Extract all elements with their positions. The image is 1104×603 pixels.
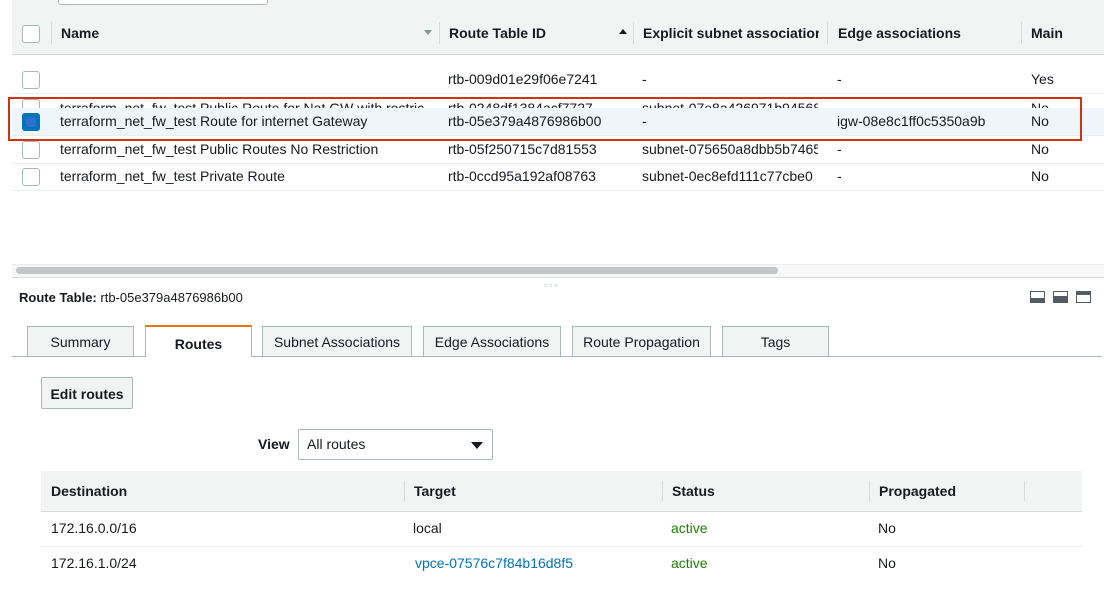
table-row: 172.16.1.0/24 vpce-07576c7f84b16d8f5 act… [41,546,1082,581]
tab-summary[interactable]: Summary [27,326,134,356]
row-main: Yes [1031,71,1054,87]
table-row-selected[interactable]: terraform_net_fw_test Route for internet… [12,108,1104,136]
route-target: local [413,520,442,536]
row-route-table-id: rtb-05f250715c7d81553 [448,141,597,157]
routes-table-header: Destination Target Status Propagated [41,471,1082,512]
row-checkbox[interactable] [22,141,40,159]
row-name: terraform_net_fw_test Private Route [60,168,285,184]
tab-edge-associations[interactable]: Edge Associations [423,326,561,356]
row-edge: - [837,100,842,108]
row-main: No [1031,141,1049,157]
detail-label: Route Table: [19,290,97,305]
row-subnet: subnet-075650a8dbb5b7465 [642,141,818,157]
filter-input[interactable] [58,0,268,5]
row-route-table-id: rtb-0248df1384acf7727 [448,100,593,108]
column-header-name[interactable]: Name [61,12,99,54]
row-route-table-id: rtb-009d01e29f06e7241 [448,71,598,87]
row-route-table-id: rtb-05e379a4876986b00 [448,113,602,129]
row-checkbox-checked[interactable] [22,113,40,131]
tab-routes[interactable]: Routes [145,325,252,357]
table-row[interactable]: rtb-009d01e29f06e7241 - - Yes [12,66,1104,94]
resize-grip-icon[interactable]: ▫▫▫ [544,280,560,290]
select-all-checkbox[interactable] [22,25,40,43]
column-header-status[interactable]: Status [672,471,715,511]
route-destination: 172.16.1.0/24 [51,555,137,571]
row-subnet: - [642,71,647,87]
detail-title: Route Table: rtb-05e379a4876986b00 [19,290,243,305]
view-select-value: All routes [307,436,366,452]
pane-splitter[interactable] [12,277,1104,278]
route-propagated: No [878,520,896,536]
tab-route-propagation[interactable]: Route Propagation [572,326,711,356]
detail-route-table-id: rtb-05e379a4876986b00 [100,290,243,305]
route-status: active [671,520,708,536]
row-edge: - [837,141,842,157]
row-name: terraform_net_fw_test Public Route for N… [60,100,425,108]
row-main: No [1031,168,1049,184]
row-checkbox[interactable] [22,168,40,186]
chevron-down-icon [471,442,483,449]
table-row[interactable]: terraform_net_fw_test Public Routes No R… [12,136,1104,164]
route-status: active [671,555,708,571]
route-destination: 172.16.0.0/16 [51,520,137,536]
column-header-route-table-id[interactable]: Route Table ID [449,12,546,54]
view-select[interactable]: All routes [298,429,493,460]
row-subnet: subnet-0ec8efd111c77cbe0 [642,168,813,184]
table-row[interactable]: terraform_net_fw_test Public Route for N… [12,94,1104,117]
column-header-explicit-subnet[interactable]: Explicit subnet association [643,12,819,54]
sort-icon [424,30,432,35]
tab-subnet-associations[interactable]: Subnet Associations [262,326,412,356]
route-propagated: No [878,555,896,571]
row-main: No [1031,100,1049,108]
column-header-target[interactable]: Target [414,471,456,511]
layout-top-icon[interactable] [1076,291,1091,303]
row-route-table-id: rtb-0ccd95a192af08763 [448,168,596,184]
row-main: No [1031,113,1049,129]
layout-bottom-icon[interactable] [1030,291,1045,303]
edit-routes-button[interactable]: Edit routes [41,377,133,409]
row-edge: - [837,168,842,184]
row-name: terraform_net_fw_test Route for internet… [60,113,368,129]
row-edge: igw-08e8c1ff0c5350a9b [837,113,986,129]
layout-split-icon[interactable] [1053,291,1068,303]
tab-tags[interactable]: Tags [722,326,829,356]
view-label: View [258,436,290,452]
column-header-destination[interactable]: Destination [51,471,127,511]
row-subnet: - [642,113,647,129]
table-row: 172.16.0.0/16 local active No [41,511,1082,547]
sort-ascending-icon [619,29,627,34]
column-header-main[interactable]: Main [1031,12,1063,54]
table-header: Name Route Table ID Explicit subnet asso… [12,12,1104,55]
column-header-propagated[interactable]: Propagated [879,471,956,511]
row-checkbox[interactable] [22,71,40,89]
row-subnet: subnet-07e8a426971b94568 [642,100,818,108]
row-name [60,66,430,93]
horizontal-scrollbar-thumb[interactable] [16,267,778,274]
row-name: terraform_net_fw_test Public Routes No R… [60,141,379,157]
row-edge: - [837,71,842,87]
column-header-edge-associations[interactable]: Edge associations [838,12,961,54]
table-row[interactable]: terraform_net_fw_test Private Route rtb-… [12,163,1104,191]
route-target-link[interactable]: vpce-07576c7f84b16d8f5 [415,546,573,581]
